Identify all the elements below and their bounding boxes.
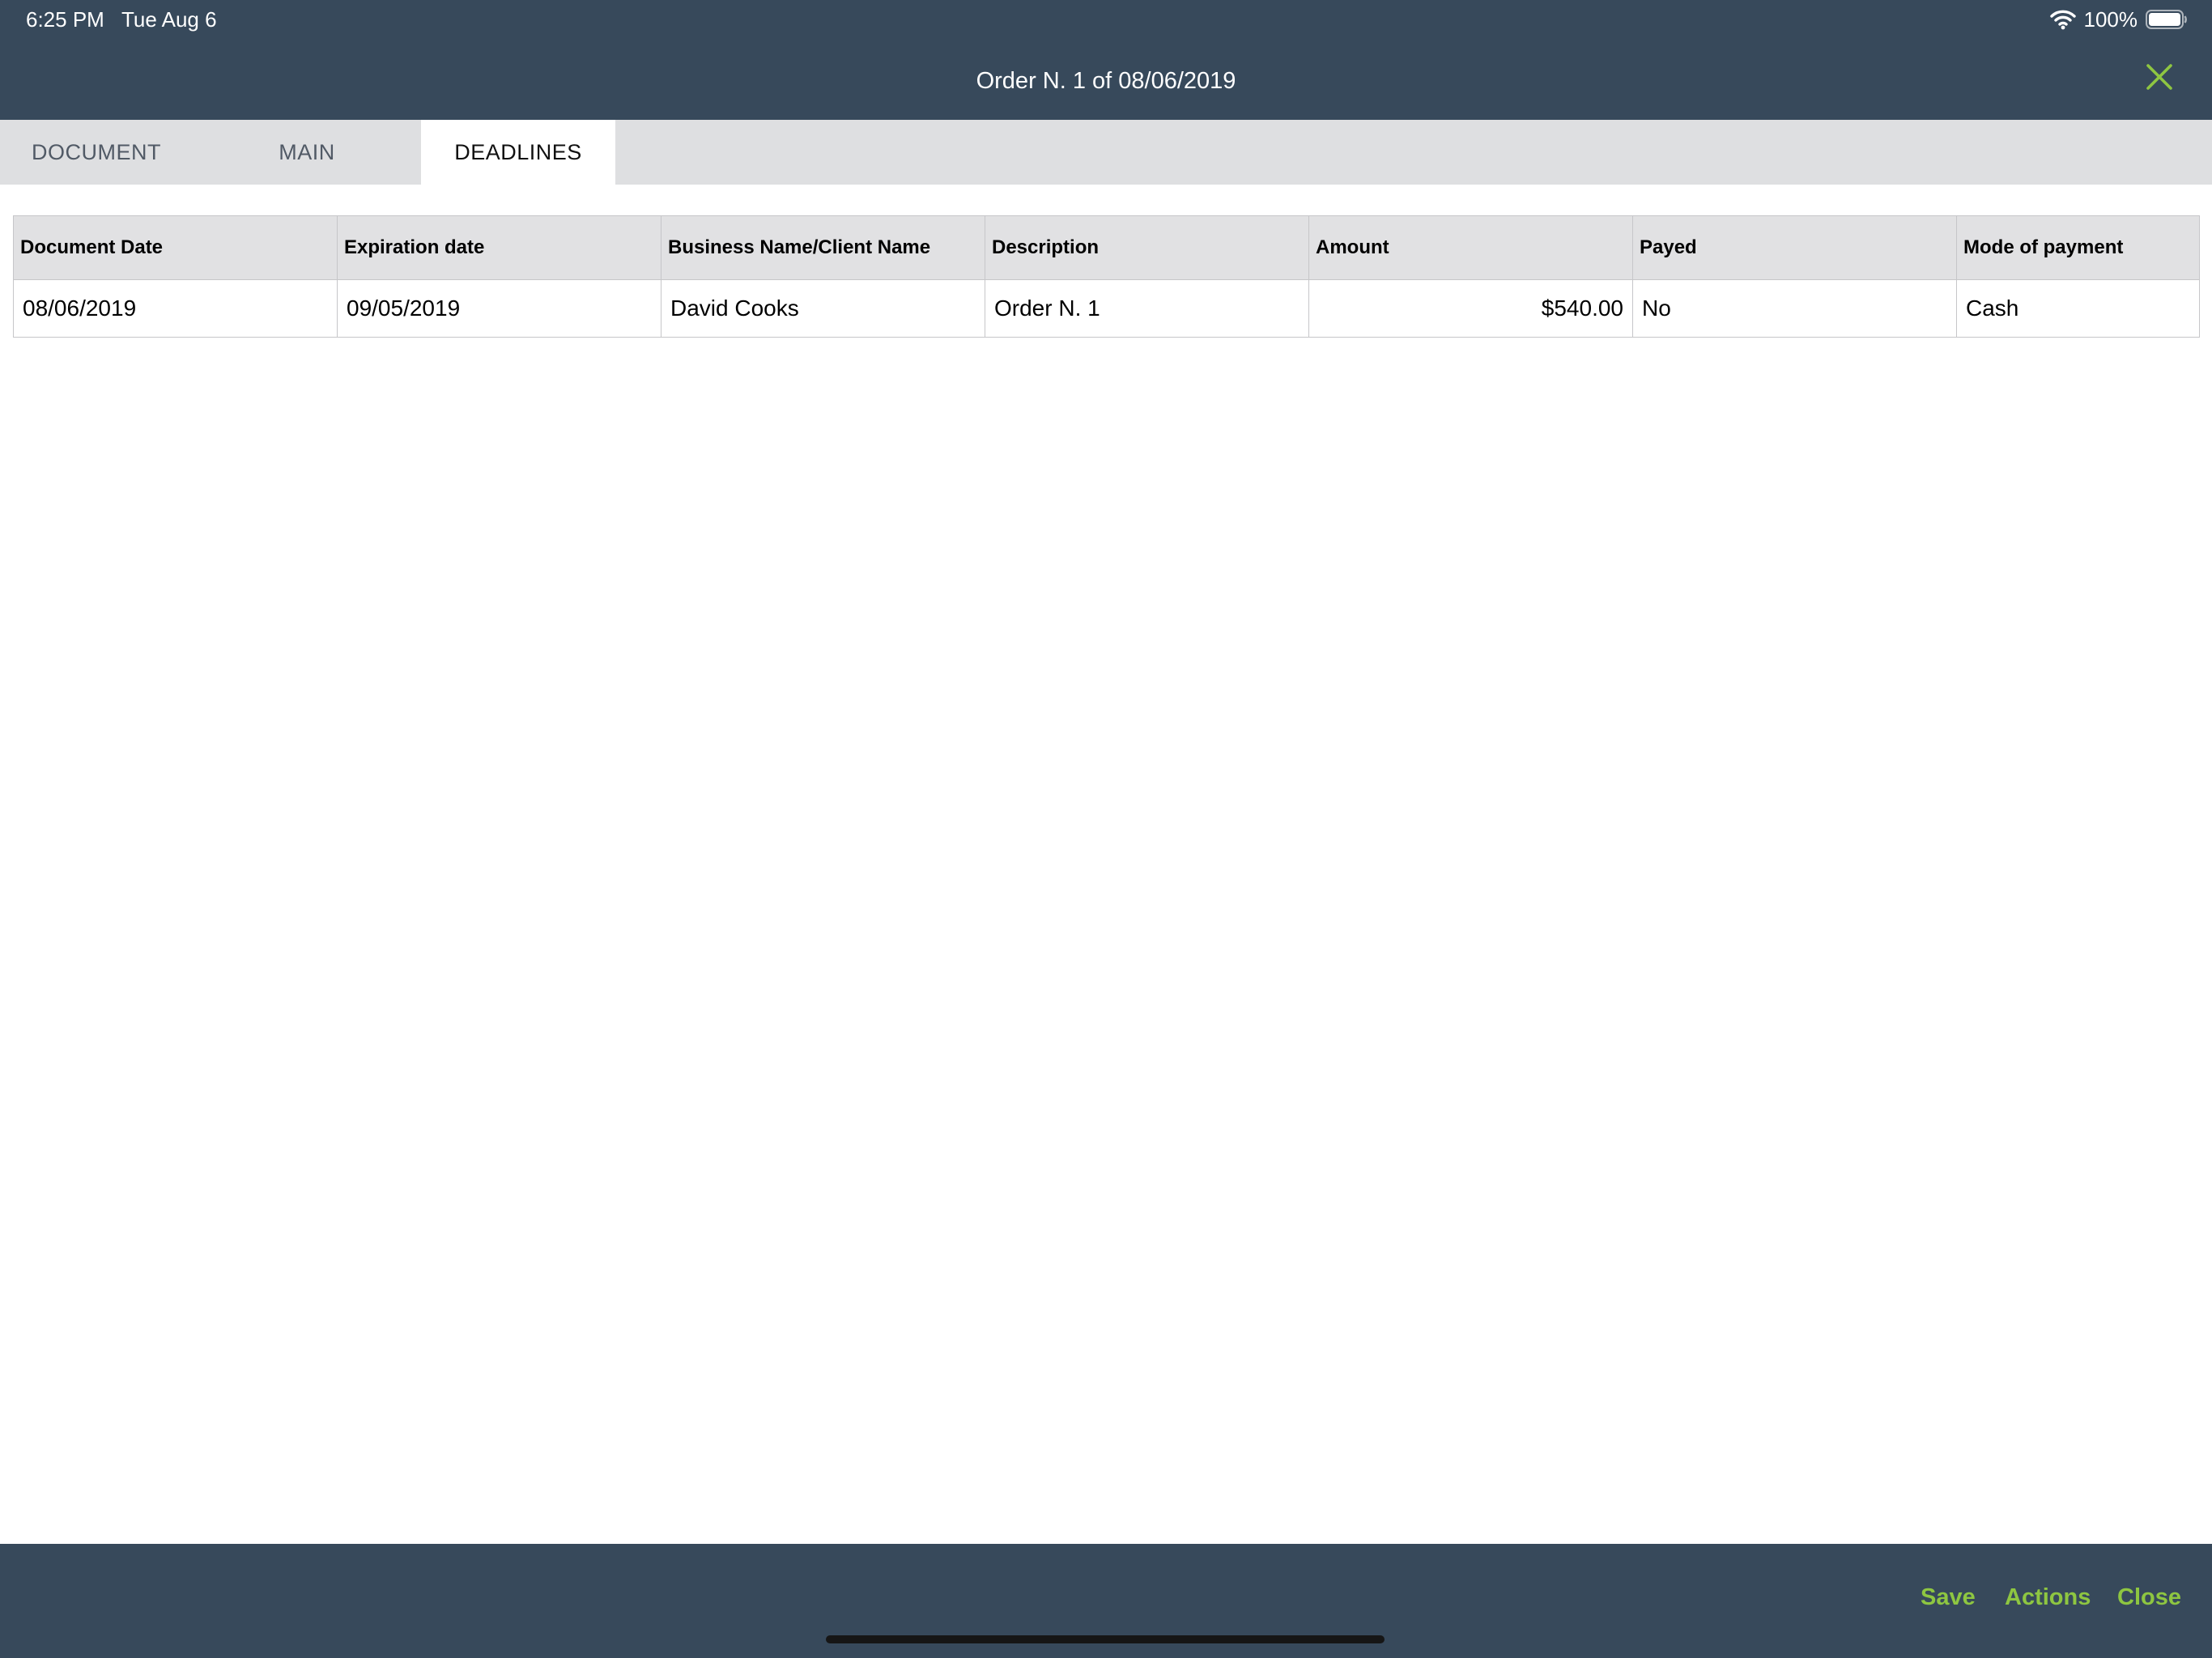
close-button[interactable]: Close (2117, 1583, 2181, 1612)
column-header-description[interactable]: Description (985, 215, 1309, 280)
cell-client-name[interactable]: David Cooks (661, 279, 985, 338)
battery-percent: 100% (2083, 7, 2138, 32)
column-header-payed[interactable]: Payed (1632, 215, 1957, 280)
status-time: 6:25 PM (26, 7, 104, 32)
cell-mode-of-payment[interactable]: Cash (1956, 279, 2200, 338)
column-header-expiration-date[interactable]: Expiration date (337, 215, 661, 280)
column-header-mode-of-payment[interactable]: Mode of payment (1956, 215, 2200, 280)
cell-document-date[interactable]: 08/06/2019 (13, 279, 338, 338)
cell-description[interactable]: Order N. 1 (985, 279, 1309, 338)
actions-button[interactable]: Actions (2005, 1583, 2091, 1612)
save-button[interactable]: Save (1921, 1583, 1976, 1612)
tab-main-label: MAIN (279, 139, 335, 164)
tab-document-label: DOCUMENT (32, 139, 161, 164)
close-x-icon[interactable] (2144, 62, 2175, 92)
status-indicators: 100% (2049, 6, 2189, 32)
wifi-icon (2049, 10, 2076, 30)
cell-amount[interactable]: $540.00 (1308, 279, 1633, 338)
battery-icon (2146, 10, 2187, 29)
cell-expiration-date[interactable]: 09/05/2019 (337, 279, 661, 338)
column-header-client-name[interactable]: Business Name/Client Name (661, 215, 985, 280)
home-indicator (826, 1635, 1385, 1643)
tab-deadlines-label: DEADLINES (454, 139, 582, 164)
deadlines-table: Document Date Expiration date Business N… (13, 215, 2200, 338)
status-date: Tue Aug 6 (121, 7, 217, 32)
tab-document[interactable]: DOCUMENT (0, 120, 193, 185)
cell-payed[interactable]: No (1632, 279, 1957, 338)
tab-deadlines[interactable]: DEADLINES (421, 120, 615, 185)
table-header-row: Document Date Expiration date Business N… (13, 215, 2200, 280)
column-header-document-date[interactable]: Document Date (13, 215, 338, 280)
table-row[interactable]: 08/06/2019 09/05/2019 David Cooks Order … (13, 279, 2200, 338)
tab-bar: DOCUMENT MAIN DEADLINES (0, 120, 2212, 185)
tab-main[interactable]: MAIN (193, 120, 421, 185)
page-title: Order N. 1 of 08/06/2019 (976, 68, 1236, 94)
column-header-amount[interactable]: Amount (1308, 215, 1633, 280)
top-bar: 6:25 PM Tue Aug 6 100% Order N. 1 of 08/… (0, 0, 2212, 120)
